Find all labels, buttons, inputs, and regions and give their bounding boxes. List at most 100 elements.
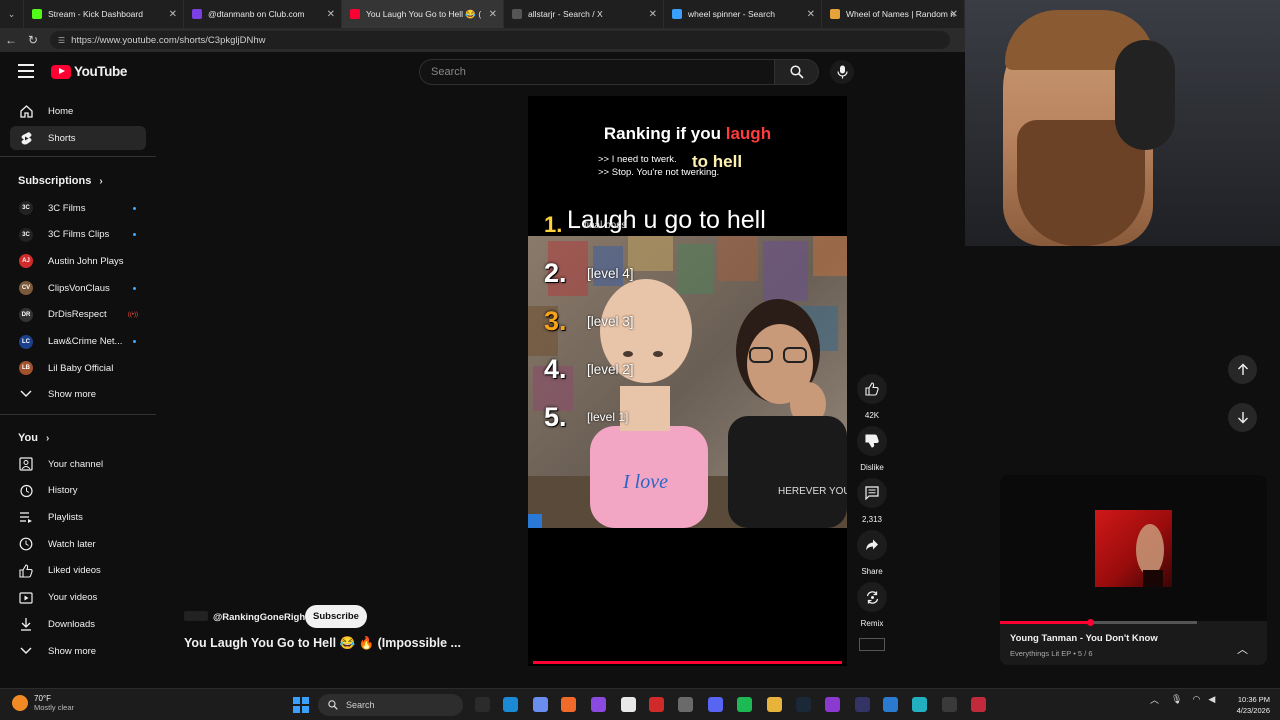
caption-line1: >> I need to twerk.: [598, 154, 677, 165]
close-tab-icon[interactable]: ✕: [489, 9, 497, 20]
sidebar-item-downloads[interactable]: Downloads: [10, 612, 146, 636]
shorts-player[interactable]: Ranking if you laugh to hell >> I need t…: [528, 96, 847, 666]
short-title-line1: Ranking if you laugh: [603, 124, 772, 143]
obs-icon[interactable]: [825, 697, 840, 712]
miniplayer-progress-bar[interactable]: [1000, 619, 1197, 626]
wifi-icon[interactable]: ◠: [1192, 694, 1200, 705]
purple-app-icon[interactable]: [591, 697, 606, 712]
you-heading[interactable]: You ›: [18, 432, 49, 444]
share-button[interactable]: Share: [857, 530, 887, 576]
subscription-item[interactable]: CV ClipsVonClaus: [10, 276, 146, 300]
close-tab-icon[interactable]: ✕: [649, 9, 657, 20]
your-videos-icon: [18, 590, 34, 606]
browser-tab[interactable]: wheel spinner - Search ✕: [664, 0, 822, 28]
start-button[interactable]: [293, 697, 309, 713]
channel-thumbnail[interactable]: [859, 638, 885, 651]
subscription-item[interactable]: 3C 3C Films Clips: [10, 223, 146, 247]
caption-line2: >> Stop. You're not twerking.: [598, 167, 720, 178]
close-tab-icon[interactable]: ✕: [950, 9, 958, 20]
browser-tab[interactable]: @dtanmanb on Club.com ✕: [184, 0, 342, 28]
sidebar-item-liked-videos[interactable]: Liked videos: [10, 559, 146, 583]
valorant-icon[interactable]: [971, 697, 986, 712]
sidebar-item-watch-later[interactable]: Watch later: [10, 532, 146, 556]
browser-tab[interactable]: Stream - Kick Dashboard ✕: [24, 0, 184, 28]
miniplayer[interactable]: Young Tanman - You Don't Know Everything…: [1000, 475, 1267, 665]
music-icon[interactable]: [678, 697, 693, 712]
remix-button[interactable]: Remix: [857, 582, 887, 628]
taskbar-search[interactable]: Search: [318, 694, 463, 716]
subscription-item[interactable]: DR DrDisRespect ((•)): [10, 303, 146, 327]
channel-name[interactable]: @RankingGoneRight: [213, 612, 308, 623]
browser-tab[interactable]: You Laugh You Go to Hell 😂 (✕: [342, 0, 504, 28]
miniplayer-video[interactable]: [1000, 475, 1267, 621]
subscribe-button[interactable]: Subscribe: [305, 605, 367, 628]
fx-icon[interactable]: [883, 697, 898, 712]
sidebar-item-home[interactable]: Home: [10, 99, 146, 123]
close-tab-icon[interactable]: ✕: [169, 9, 177, 20]
microphone-icon[interactable]: 🎙: [1171, 694, 1182, 705]
show-more-subscriptions[interactable]: Show more: [10, 382, 146, 406]
tab-list-button[interactable]: ⌄: [0, 0, 24, 28]
system-tray: ︿ 🎙 ◠ ◀: [1150, 693, 1215, 706]
like-button[interactable]: 42K: [857, 374, 887, 420]
next-short-button[interactable]: [1228, 403, 1257, 432]
red-app-icon[interactable]: [649, 697, 664, 712]
menu-icon[interactable]: [18, 64, 34, 78]
subscription-item[interactable]: LB Lil Baby Official: [10, 356, 146, 380]
sidebar-item-your-channel[interactable]: Your channel: [10, 452, 146, 476]
clock[interactable]: 10:36 PM 4/23/2026: [1228, 694, 1270, 716]
dislike-button[interactable]: Dislike: [857, 426, 887, 472]
search-input[interactable]: [419, 59, 776, 85]
discord-icon[interactable]: [708, 697, 723, 712]
file-manager-icon[interactable]: [475, 697, 490, 712]
close-tab-icon[interactable]: ✕: [807, 9, 815, 20]
watch-later-icon: [18, 536, 34, 552]
weather-widget[interactable]: 70°F Mostly clear: [12, 694, 74, 712]
voice-search-button[interactable]: [830, 60, 854, 84]
browser-tab[interactable]: Wheel of Names | Random name✕: [822, 0, 965, 28]
app2-icon[interactable]: [942, 697, 957, 712]
channel-avatar[interactable]: [184, 611, 208, 621]
show-more-you[interactable]: Show more: [10, 639, 146, 663]
url-text: https://www.youtube.com/shorts/C3pkgljDN…: [71, 34, 266, 46]
subscription-item[interactable]: 3C 3C Films: [10, 196, 146, 220]
video-title[interactable]: You Laugh You Go to Hell 😂 🔥 (Impossible…: [184, 636, 461, 651]
subscription-item[interactable]: AJ Austin John Plays: [10, 249, 146, 273]
youtube-logo[interactable]: YouTube: [51, 64, 127, 79]
browser-tab-bar: ⌄ Stream - Kick Dashboard ✕ @dtanmanb on C…: [0, 0, 965, 28]
chevron-up-icon[interactable]: ︿: [1237, 641, 1248, 657]
sidebar-item-playlists[interactable]: Playlists: [10, 505, 146, 529]
tab-favicon-icon: [512, 9, 522, 19]
close-tab-icon[interactable]: ✕: [327, 9, 335, 20]
search-button[interactable]: [775, 59, 819, 85]
volume-icon[interactable]: ◀: [1208, 694, 1215, 705]
edge-icon[interactable]: [503, 697, 518, 712]
sidebar-item-shorts[interactable]: Shorts: [10, 126, 146, 150]
remix-label: Remix: [860, 619, 884, 628]
steam-icon[interactable]: [796, 697, 811, 712]
sidebar-item-history[interactable]: History: [10, 479, 146, 503]
app-icon[interactable]: [912, 697, 927, 712]
copilot-icon[interactable]: [533, 697, 548, 712]
comments-button[interactable]: 2,313: [857, 478, 887, 524]
video-scene: I love HEREVER YOU: [528, 236, 847, 528]
url-input[interactable]: ☰ https://www.youtube.com/shorts/C3pkglj…: [50, 31, 950, 49]
spotify-icon[interactable]: [737, 697, 752, 712]
firefox-icon[interactable]: [561, 697, 576, 712]
arrow-up-icon: [1237, 363, 1248, 375]
short-progress-bar[interactable]: [533, 661, 842, 664]
sidebar-item-your-videos[interactable]: Your videos: [10, 586, 146, 610]
rank-level-label: [level 4]: [587, 266, 634, 281]
back-icon[interactable]: ←: [0, 33, 22, 47]
history-icon: [18, 483, 34, 499]
site-info-icon[interactable]: ☰: [58, 36, 65, 45]
folder-icon[interactable]: [767, 697, 782, 712]
subscriptions-heading[interactable]: Subscriptions ›: [18, 175, 103, 187]
previous-short-button[interactable]: [1228, 355, 1257, 384]
subscription-item[interactable]: LC Law&Crime Net...: [10, 330, 146, 354]
browser-tab[interactable]: allstarjr - Search / X ✕: [504, 0, 664, 28]
obs2-icon[interactable]: [855, 697, 870, 712]
chrome-icon[interactable]: [621, 697, 636, 712]
chevron-up-icon[interactable]: ︿: [1150, 693, 1159, 706]
reload-icon[interactable]: ↻: [22, 33, 44, 47]
